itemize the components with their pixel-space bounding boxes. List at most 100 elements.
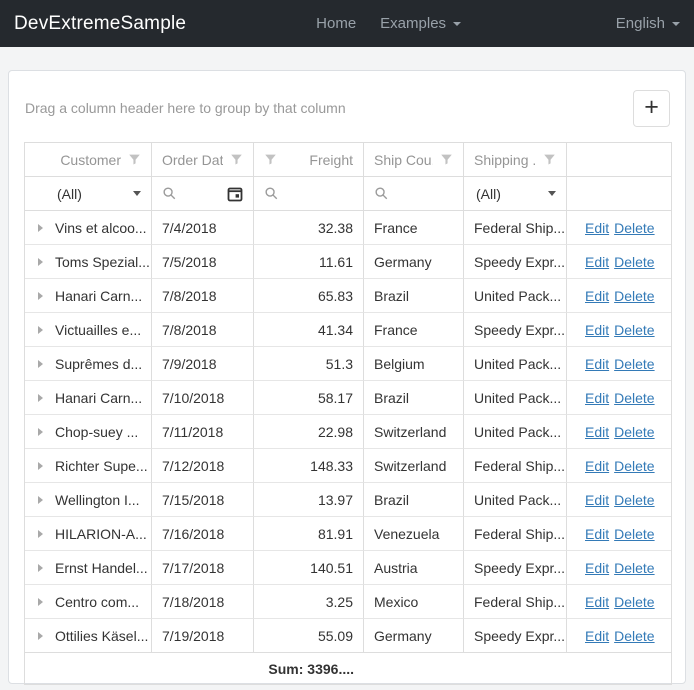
table-row: Toms Spezial... 7/5/2018 11.61 Germany S… <box>25 245 671 279</box>
expand-row-icon[interactable] <box>25 462 55 470</box>
edit-link[interactable]: Edit <box>585 594 609 610</box>
edit-link[interactable]: Edit <box>585 254 609 270</box>
header-label: Freight <box>309 152 353 168</box>
expand-row-icon[interactable] <box>25 530 55 538</box>
shipping-cell: United Pack... <box>464 279 567 313</box>
language-selector[interactable]: English <box>616 15 680 32</box>
shipping-filter-select[interactable]: (All) <box>464 177 567 211</box>
delete-link[interactable]: Delete <box>614 628 654 644</box>
customer-cell: Vins et alcoo... <box>55 220 147 236</box>
filter-funnel-icon[interactable] <box>543 153 556 166</box>
delete-link[interactable]: Delete <box>614 288 654 304</box>
customer-cell: Centro com... <box>55 594 139 610</box>
filter-funnel-icon[interactable] <box>230 153 243 166</box>
data-grid: Customer Order Date Freight Ship Cou... <box>24 142 672 685</box>
ship-country-cell: Brazil <box>364 279 464 313</box>
edit-link[interactable]: Edit <box>585 288 609 304</box>
expand-row-icon[interactable] <box>25 292 55 300</box>
delete-link[interactable]: Delete <box>614 594 654 610</box>
ship-country-cell: France <box>364 313 464 347</box>
expand-row-icon[interactable] <box>25 428 55 436</box>
delete-link[interactable]: Delete <box>614 560 654 576</box>
app-brand[interactable]: DevExtremeSample <box>14 13 186 35</box>
shipping-cell: Federal Ship... <box>464 585 567 619</box>
dropdown-caret-icon <box>133 191 141 196</box>
expand-row-icon[interactable] <box>25 326 55 334</box>
header-label: Shipping ... <box>474 152 536 168</box>
shipping-cell: Speedy Expr... <box>464 619 567 653</box>
delete-link[interactable]: Delete <box>614 492 654 508</box>
ship-country-cell: Switzerland <box>364 415 464 449</box>
order-date-cell: 7/12/2018 <box>152 449 254 483</box>
freight-cell: 140.51 <box>254 551 364 585</box>
order-date-cell: 7/10/2018 <box>152 381 254 415</box>
edit-link[interactable]: Edit <box>585 628 609 644</box>
nav-item-home[interactable]: Home <box>316 15 356 32</box>
column-header-customer[interactable]: Customer <box>25 143 152 177</box>
freight-filter-input[interactable] <box>254 177 364 211</box>
expand-row-icon[interactable] <box>25 496 55 504</box>
delete-link[interactable]: Delete <box>614 356 654 372</box>
header-label: Order Date <box>162 152 223 168</box>
table-row: Ottilies Käsel... 7/19/2018 55.09 German… <box>25 619 671 653</box>
delete-link[interactable]: Delete <box>614 220 654 236</box>
filter-selected-value: (All) <box>476 186 501 202</box>
edit-link[interactable]: Edit <box>585 560 609 576</box>
expand-row-icon[interactable] <box>25 632 55 640</box>
delete-link[interactable]: Delete <box>614 526 654 542</box>
search-icon <box>374 186 389 201</box>
delete-link[interactable]: Delete <box>614 424 654 440</box>
freight-cell: 13.97 <box>254 483 364 517</box>
filter-funnel-icon[interactable] <box>264 153 277 166</box>
table-row: HILARION-A... 7/16/2018 81.91 Venezuela … <box>25 517 671 551</box>
freight-cell: 65.83 <box>254 279 364 313</box>
filter-funnel-icon[interactable] <box>128 153 141 166</box>
edit-link[interactable]: Edit <box>585 458 609 474</box>
header-label: Ship Cou... <box>374 152 433 168</box>
edit-link[interactable]: Edit <box>585 322 609 338</box>
expand-row-icon[interactable] <box>25 564 55 572</box>
customer-cell: HILARION-A... <box>55 526 147 542</box>
expand-row-icon[interactable] <box>25 360 55 368</box>
expand-row-icon[interactable] <box>25 394 55 402</box>
expand-row-icon[interactable] <box>25 224 55 232</box>
column-header-ship-country[interactable]: Ship Cou... <box>364 143 464 177</box>
filter-funnel-icon[interactable] <box>440 153 453 166</box>
customer-cell: Ernst Handel... <box>55 560 148 576</box>
shipping-cell: Speedy Expr... <box>464 551 567 585</box>
freight-cell: 81.91 <box>254 517 364 551</box>
ship-country-cell: Mexico <box>364 585 464 619</box>
ship-country-filter-input[interactable] <box>364 177 464 211</box>
table-row: Victuailles e... 7/8/2018 41.34 France S… <box>25 313 671 347</box>
customer-cell: Hanari Carn... <box>55 390 142 406</box>
edit-link[interactable]: Edit <box>585 492 609 508</box>
column-header-shipping[interactable]: Shipping ... <box>464 143 567 177</box>
order-date-filter-input[interactable] <box>152 177 254 211</box>
customer-filter-select[interactable]: (All) <box>25 177 152 211</box>
delete-link[interactable]: Delete <box>614 322 654 338</box>
customer-cell: Ottilies Käsel... <box>55 628 148 644</box>
edit-link[interactable]: Edit <box>585 424 609 440</box>
ship-country-cell: Austria <box>364 551 464 585</box>
edit-link[interactable]: Edit <box>585 390 609 406</box>
order-date-cell: 7/11/2018 <box>152 415 254 449</box>
column-header-order-date[interactable]: Order Date <box>152 143 254 177</box>
order-date-cell: 7/4/2018 <box>152 211 254 245</box>
edit-link[interactable]: Edit <box>585 220 609 236</box>
expand-row-icon[interactable] <box>25 258 55 266</box>
expand-row-icon[interactable] <box>25 598 55 606</box>
column-header-freight[interactable]: Freight <box>254 143 364 177</box>
shipping-cell: United Pack... <box>464 415 567 449</box>
delete-link[interactable]: Delete <box>614 390 654 406</box>
add-row-button[interactable]: + <box>633 90 670 127</box>
edit-link[interactable]: Edit <box>585 526 609 542</box>
calendar-icon[interactable] <box>227 186 243 202</box>
nav-item-examples[interactable]: Examples <box>380 15 461 32</box>
delete-link[interactable]: Delete <box>614 458 654 474</box>
edit-link[interactable]: Edit <box>585 356 609 372</box>
content-card: Drag a column header here to group by th… <box>8 70 686 684</box>
nav-home-label: Home <box>316 15 356 32</box>
group-panel: Drag a column header here to group by th… <box>24 100 346 116</box>
nav-examples-label: Examples <box>380 15 446 32</box>
delete-link[interactable]: Delete <box>614 254 654 270</box>
